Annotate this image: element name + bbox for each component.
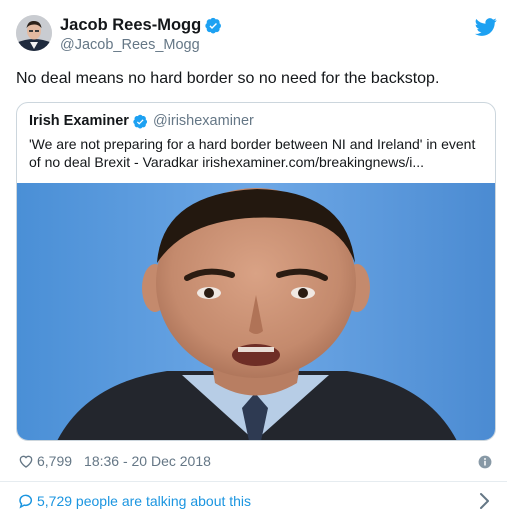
verified-badge-icon <box>133 114 147 129</box>
chevron-right-icon <box>480 493 489 509</box>
like-count[interactable]: 6,799 <box>37 453 72 469</box>
heart-icon[interactable] <box>18 453 34 469</box>
author-block[interactable]: Jacob Rees-Mogg @Jacob_Rees_Mogg <box>60 14 222 53</box>
tweet-card: Jacob Rees-Mogg @Jacob_Rees_Mogg No deal… <box>0 0 507 523</box>
tweet-text: No deal means no hard border so no need … <box>16 70 440 87</box>
author-avatar[interactable] <box>16 15 52 51</box>
quoted-author-handle: @irishexaminer <box>152 113 254 129</box>
tweet-meta: 6,799 18:36 - 20 Dec 2018 <box>18 453 211 469</box>
author-name-row: Jacob Rees-Mogg <box>60 14 222 36</box>
quoted-tweet[interactable]: Irish Examiner @irishexaminer 'We are no… <box>16 102 496 441</box>
twitter-bird-icon[interactable] <box>475 16 497 38</box>
portrait-photo <box>17 183 495 440</box>
quoted-tweet-text: 'We are not preparing for a hard border … <box>29 136 476 170</box>
author-name[interactable]: Jacob Rees-Mogg <box>60 16 201 35</box>
speech-bubble-icon <box>19 494 33 509</box>
info-icon[interactable] <box>478 455 492 469</box>
timestamp[interactable]: 18:36 - 20 Dec 2018 <box>84 453 211 469</box>
verified-badge-icon <box>205 17 222 33</box>
avatar-portrait <box>16 15 52 51</box>
quoted-tweet-header: Irish Examiner @irishexaminer <box>29 113 254 129</box>
conversation-link[interactable]: 5,729 people are talking about this <box>0 482 507 523</box>
quoted-tweet-photo[interactable] <box>17 183 495 440</box>
conversation-count[interactable]: 5,729 people are talking about this <box>37 493 251 509</box>
quoted-author-name: Irish Examiner <box>29 113 129 129</box>
author-handle[interactable]: @Jacob_Rees_Mogg <box>60 37 222 53</box>
